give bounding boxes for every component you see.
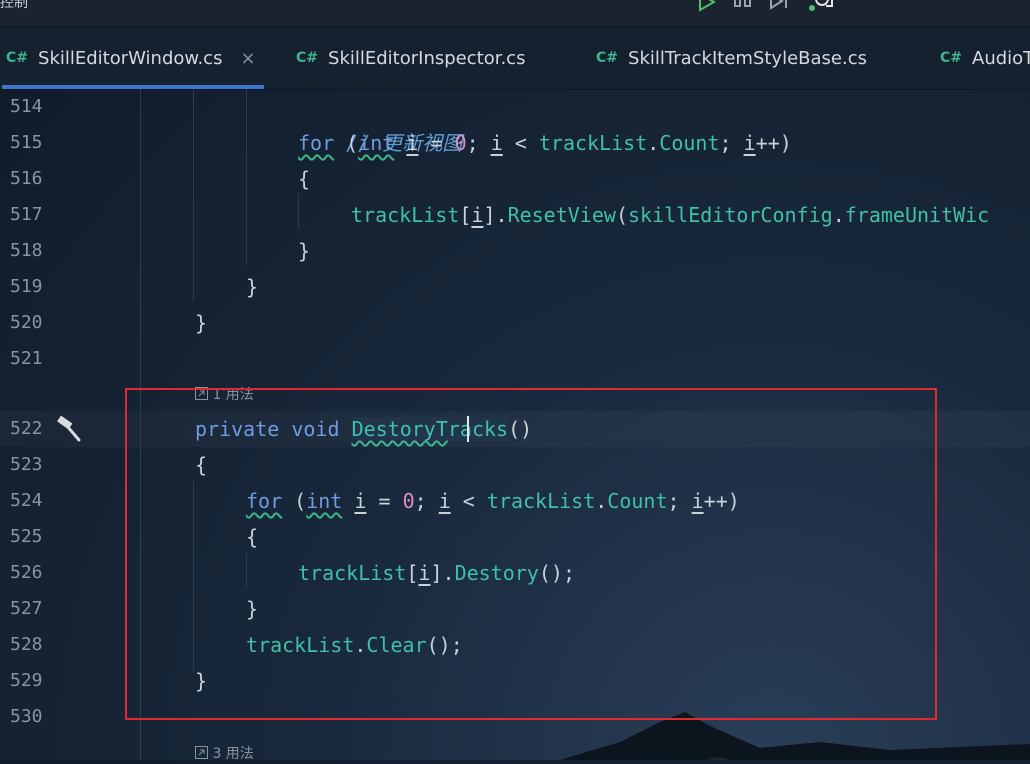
debug-attach-icon[interactable] [808, 0, 838, 14]
indent-guide [246, 89, 247, 265]
hammer-icon[interactable] [56, 415, 82, 442]
tab-label: SkillEditorInspector.cs [328, 47, 526, 69]
code-line-519: } [246, 275, 259, 299]
editor-tab-bar: C# SkillEditorWindow.cs × C# SkillEditor… [0, 27, 1030, 90]
line-number: 520 [10, 312, 43, 333]
indent-guide [193, 89, 194, 301]
line-number: 522 [10, 418, 43, 439]
tab-skill-editor-inspector[interactable]: C# SkillEditorInspector.cs [296, 27, 525, 89]
line-number: 526 [10, 562, 43, 583]
line-number: 517 [10, 204, 43, 225]
code-line-515: for (int i = 0; i < trackList.Count; i++… [298, 131, 792, 155]
line-number: 525 [10, 526, 43, 547]
csharp-file-icon: C# [940, 50, 963, 66]
line-number: 515 [10, 132, 43, 153]
line-number: 516 [10, 168, 43, 189]
tab-audio[interactable]: C# AudioT [940, 27, 1030, 89]
code-line-518: } [298, 239, 311, 263]
line-number: 523 [10, 454, 43, 475]
run-controls [696, 0, 838, 14]
code-line-516: { [298, 167, 311, 191]
line-number: 530 [10, 706, 43, 727]
run-icon[interactable] [696, 0, 718, 14]
usage-hint[interactable]: 3 用法 [195, 744, 254, 764]
close-icon[interactable]: × [240, 48, 255, 69]
code-line-514: // 更新视图 [346, 131, 463, 155]
tab-skill-editor-window[interactable]: C# SkillEditorWindow.cs × [2, 27, 264, 89]
line-number: 524 [10, 490, 43, 511]
window-title-fragment: 控制 [0, 0, 28, 11]
pause-icon[interactable] [732, 0, 754, 14]
tab-label: SkillTrackItemStyleBase.cs [628, 47, 867, 69]
line-number: 529 [10, 670, 43, 691]
selection-highlight-box [125, 388, 937, 720]
line-number: 521 [10, 348, 43, 369]
code-line-517: trackList[i].ResetView(skillEditorConfig… [351, 203, 990, 227]
csharp-file-icon: C# [296, 50, 319, 66]
tab-skill-track-item-style-base[interactable]: C# SkillTrackItemStyleBase.cs [596, 27, 867, 89]
csharp-file-icon: C# [6, 50, 29, 66]
step-icon[interactable] [768, 0, 794, 14]
line-number: 518 [10, 240, 43, 261]
line-number: 519 [10, 276, 43, 297]
csharp-file-icon: C# [596, 50, 619, 66]
title-bar: 控制 [0, 0, 1030, 27]
tab-label: SkillEditorWindow.cs [38, 47, 223, 69]
indent-guide [298, 193, 299, 229]
line-number: 527 [10, 598, 43, 619]
tab-label: AudioT [972, 47, 1030, 69]
line-number: 528 [10, 634, 43, 655]
code-line-520: } [195, 311, 208, 335]
line-number: 514 [10, 96, 43, 117]
